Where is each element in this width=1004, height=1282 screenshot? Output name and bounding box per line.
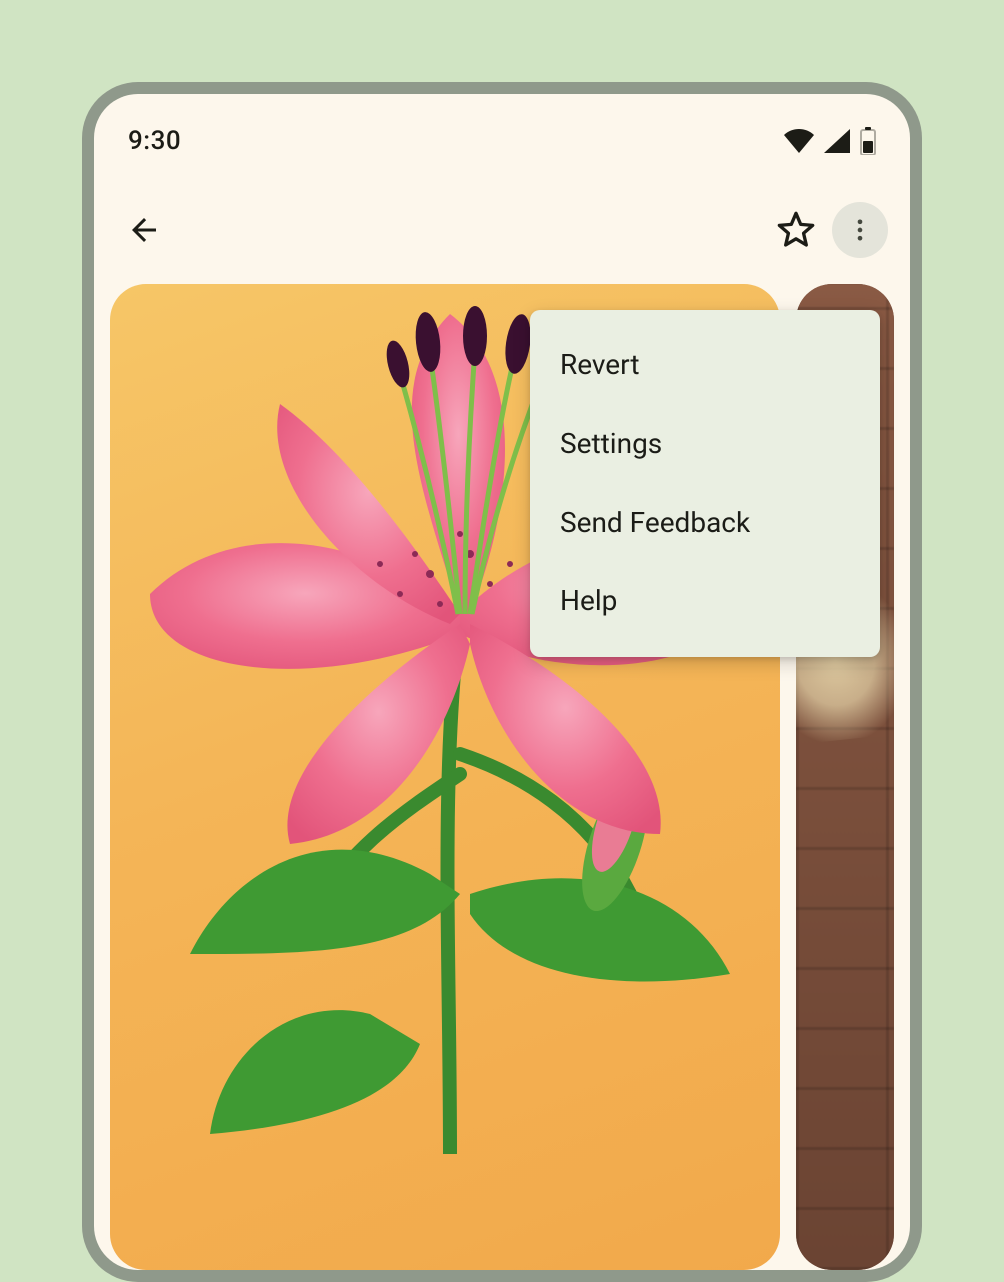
device-frame: 9:30 [82, 82, 922, 1282]
menu-item-send-feedback[interactable]: Send Feedback [530, 484, 880, 563]
overflow-menu-button[interactable] [832, 202, 888, 258]
cellular-signal-icon [824, 129, 850, 153]
status-icons [784, 127, 876, 155]
favorite-button[interactable] [768, 202, 824, 258]
menu-item-revert[interactable]: Revert [530, 326, 880, 405]
more-vert-icon [846, 216, 874, 244]
arrow-back-icon [126, 212, 162, 248]
star-outline-icon [776, 210, 816, 250]
overflow-menu: Revert Settings Send Feedback Help [530, 310, 880, 657]
menu-item-label: Settings [560, 427, 662, 460]
battery-icon [860, 127, 876, 155]
wifi-icon [784, 129, 814, 153]
menu-item-help[interactable]: Help [530, 562, 880, 641]
menu-item-label: Help [560, 584, 617, 617]
menu-item-label: Send Feedback [560, 506, 750, 539]
app-bar [94, 188, 910, 272]
menu-item-settings[interactable]: Settings [530, 405, 880, 484]
status-time: 9:30 [128, 126, 181, 156]
menu-item-label: Revert [560, 348, 640, 381]
status-bar: 9:30 [94, 94, 910, 188]
back-button[interactable] [116, 202, 172, 258]
screen: 9:30 [94, 94, 910, 1270]
